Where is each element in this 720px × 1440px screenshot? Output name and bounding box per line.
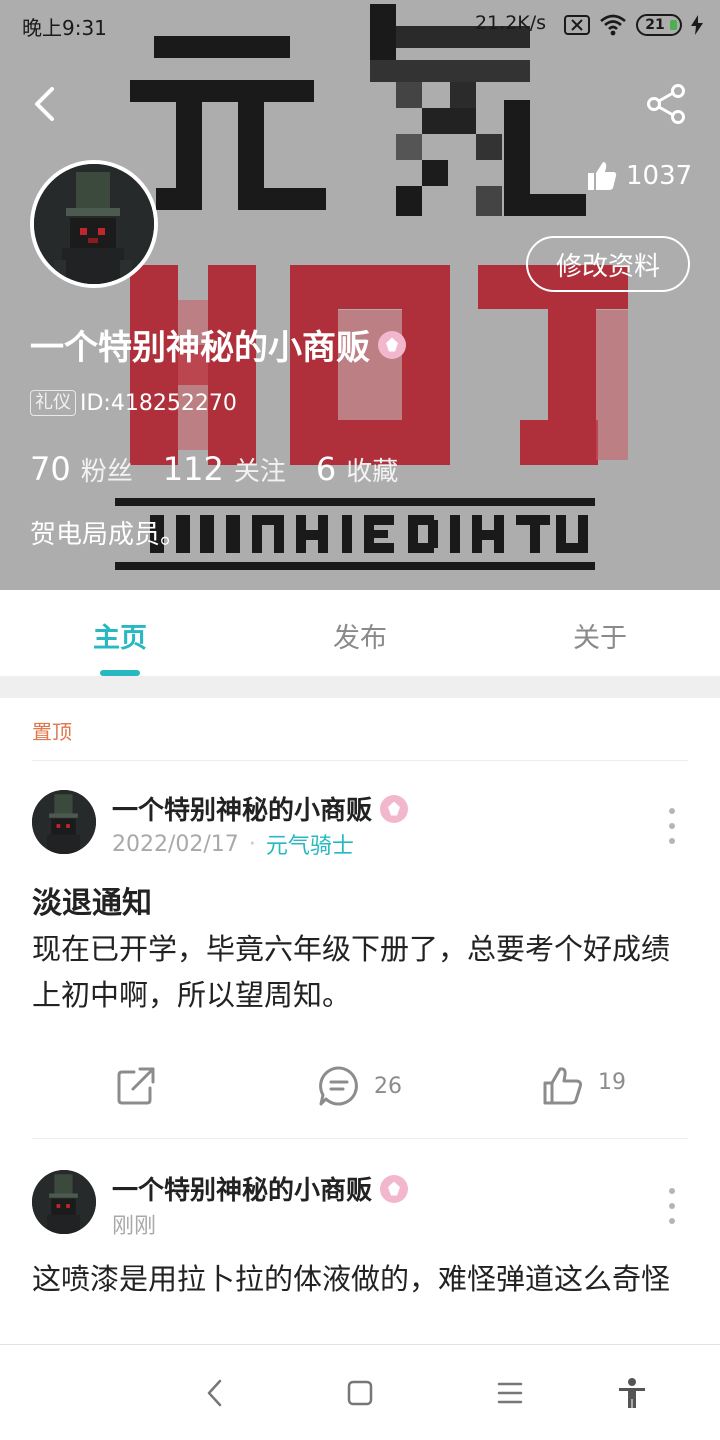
share-out-icon — [117, 1067, 155, 1105]
author-avatar[interactable] — [32, 1170, 96, 1234]
stat-following[interactable]: 112 关注 — [163, 450, 286, 488]
likes-count: 1037 — [626, 161, 693, 191]
nav-home-icon — [347, 1380, 373, 1406]
section-divider — [0, 676, 720, 698]
post-meta: 2022/02/17 · 元气骑士 — [112, 828, 354, 860]
profile-tabs: 主页 发布 关于 — [0, 590, 720, 676]
post-actions: 26 19 — [0, 1058, 720, 1114]
more-icon — [669, 808, 675, 814]
banner-image — [115, 4, 628, 570]
status-time: 晚上9:31 — [22, 16, 107, 40]
more-icon — [669, 838, 675, 844]
author-name[interactable]: 一个特别神秘的小商贩 — [112, 790, 372, 827]
stat-label: 关注 — [233, 457, 286, 487]
tab-home[interactable]: 主页 — [0, 590, 240, 676]
nav-back-button[interactable] — [194, 1373, 234, 1413]
divider — [32, 760, 688, 761]
system-nav-bar — [0, 1344, 720, 1440]
thumb-up-icon — [588, 162, 617, 190]
vip-badge-icon — [378, 330, 406, 359]
meta-separator: · — [248, 831, 256, 857]
accessibility-icon — [619, 1378, 645, 1408]
profile-stats: 70 粉丝 112 关注 6 收藏 — [30, 450, 428, 488]
stat-favorites[interactable]: 6 收藏 — [316, 450, 398, 488]
tab-posts[interactable]: 发布 — [240, 590, 480, 676]
more-icon — [669, 1203, 675, 1209]
like-count: 19 — [598, 1069, 626, 1095]
stat-value: 70 — [30, 450, 71, 488]
status-bar: 晚上9:31 21.2K/s 21 — [0, 0, 720, 50]
pinned-label: 置顶 — [32, 720, 72, 744]
profile-header: 晚上9:31 21.2K/s 21 1037 修改资料 一个特别神秘的小商贩 礼… — [0, 0, 720, 590]
author-name[interactable]: 一个特别神秘的小商贩 — [112, 1170, 372, 1207]
more-icon — [669, 823, 675, 829]
nav-home-button[interactable] — [340, 1373, 380, 1413]
battery-level: 21 — [645, 17, 665, 33]
profile-name: 一个特别神秘的小商贩 — [30, 328, 370, 368]
post-header: 一个特别神秘的小商贩 2022/02/17 · 元气骑士 — [32, 790, 688, 860]
avatar-image — [34, 164, 154, 284]
stat-label: 收藏 — [346, 457, 399, 487]
profile-name-row: 一个特别神秘的小商贩 — [30, 320, 406, 369]
post-channel[interactable]: 元气骑士 — [266, 828, 354, 860]
back-button[interactable] — [22, 80, 66, 128]
like-button[interactable]: 19 — [542, 1058, 626, 1114]
profile-id-row: 礼仪 ID:418252270 — [30, 390, 237, 416]
wifi-icon — [600, 14, 626, 36]
share-post-button[interactable] — [116, 1058, 156, 1114]
charging-icon — [691, 15, 703, 35]
nav-back-icon — [207, 1379, 222, 1407]
post-header: 一个特别神秘的小商贩 刚刚 — [32, 1170, 688, 1240]
stat-value: 6 — [315, 450, 337, 488]
author-avatar[interactable] — [32, 790, 96, 854]
share-icon — [647, 84, 685, 124]
more-button[interactable] — [662, 1188, 682, 1224]
profile-bio: 贺电局成员。 — [30, 520, 187, 550]
post-title[interactable]: 淡退通知 — [32, 878, 152, 922]
stat-label: 粉丝 — [80, 457, 133, 487]
stat-followers[interactable]: 70 粉丝 — [30, 450, 133, 488]
more-button[interactable] — [662, 808, 682, 844]
more-icon — [669, 1188, 675, 1194]
user-tag: 礼仪 — [30, 390, 76, 416]
vip-badge-icon — [380, 794, 409, 823]
post-date: 刚刚 — [112, 1214, 157, 1239]
author-line: 一个特别神秘的小商贩 — [112, 790, 409, 827]
battery-icon: 21 — [636, 14, 682, 36]
user-id: ID:418252270 — [80, 390, 237, 416]
nav-menu-icon — [497, 1382, 523, 1404]
post-body[interactable]: 这喷漆是用拉卜拉的体液做的，难怪弹道这么奇怪 — [32, 1256, 688, 1302]
accessibility-button[interactable] — [612, 1373, 652, 1413]
network-speed: 21.2K/s — [475, 12, 547, 34]
divider — [32, 1138, 688, 1139]
comment-button[interactable]: 26 — [318, 1058, 402, 1114]
profile-likes: 1037 — [586, 160, 692, 192]
tab-about[interactable]: 关于 — [480, 590, 720, 676]
vip-badge-icon — [380, 1174, 409, 1203]
avatar-image — [32, 1170, 96, 1234]
more-icon — [669, 1218, 675, 1224]
avatar-image — [32, 790, 96, 854]
stat-value: 112 — [162, 450, 224, 488]
comment-icon — [319, 1066, 358, 1106]
edit-profile-button[interactable]: 修改资料 — [526, 236, 690, 292]
comment-count: 26 — [374, 1073, 402, 1099]
post-body[interactable]: 现在已开学，毕竟六年级下册了，总要考个好成绩上初中啊，所以望周知。 — [32, 926, 688, 1018]
profile-avatar[interactable] — [30, 160, 158, 288]
sim-x-icon — [564, 15, 590, 35]
post-meta: 刚刚 — [112, 1208, 156, 1240]
nav-menu-button[interactable] — [490, 1373, 530, 1413]
back-icon — [35, 87, 54, 121]
like-icon — [543, 1067, 583, 1105]
post-date: 2022/02/17 — [112, 831, 239, 857]
share-button[interactable] — [642, 80, 690, 128]
author-line: 一个特别神秘的小商贩 — [112, 1170, 409, 1207]
